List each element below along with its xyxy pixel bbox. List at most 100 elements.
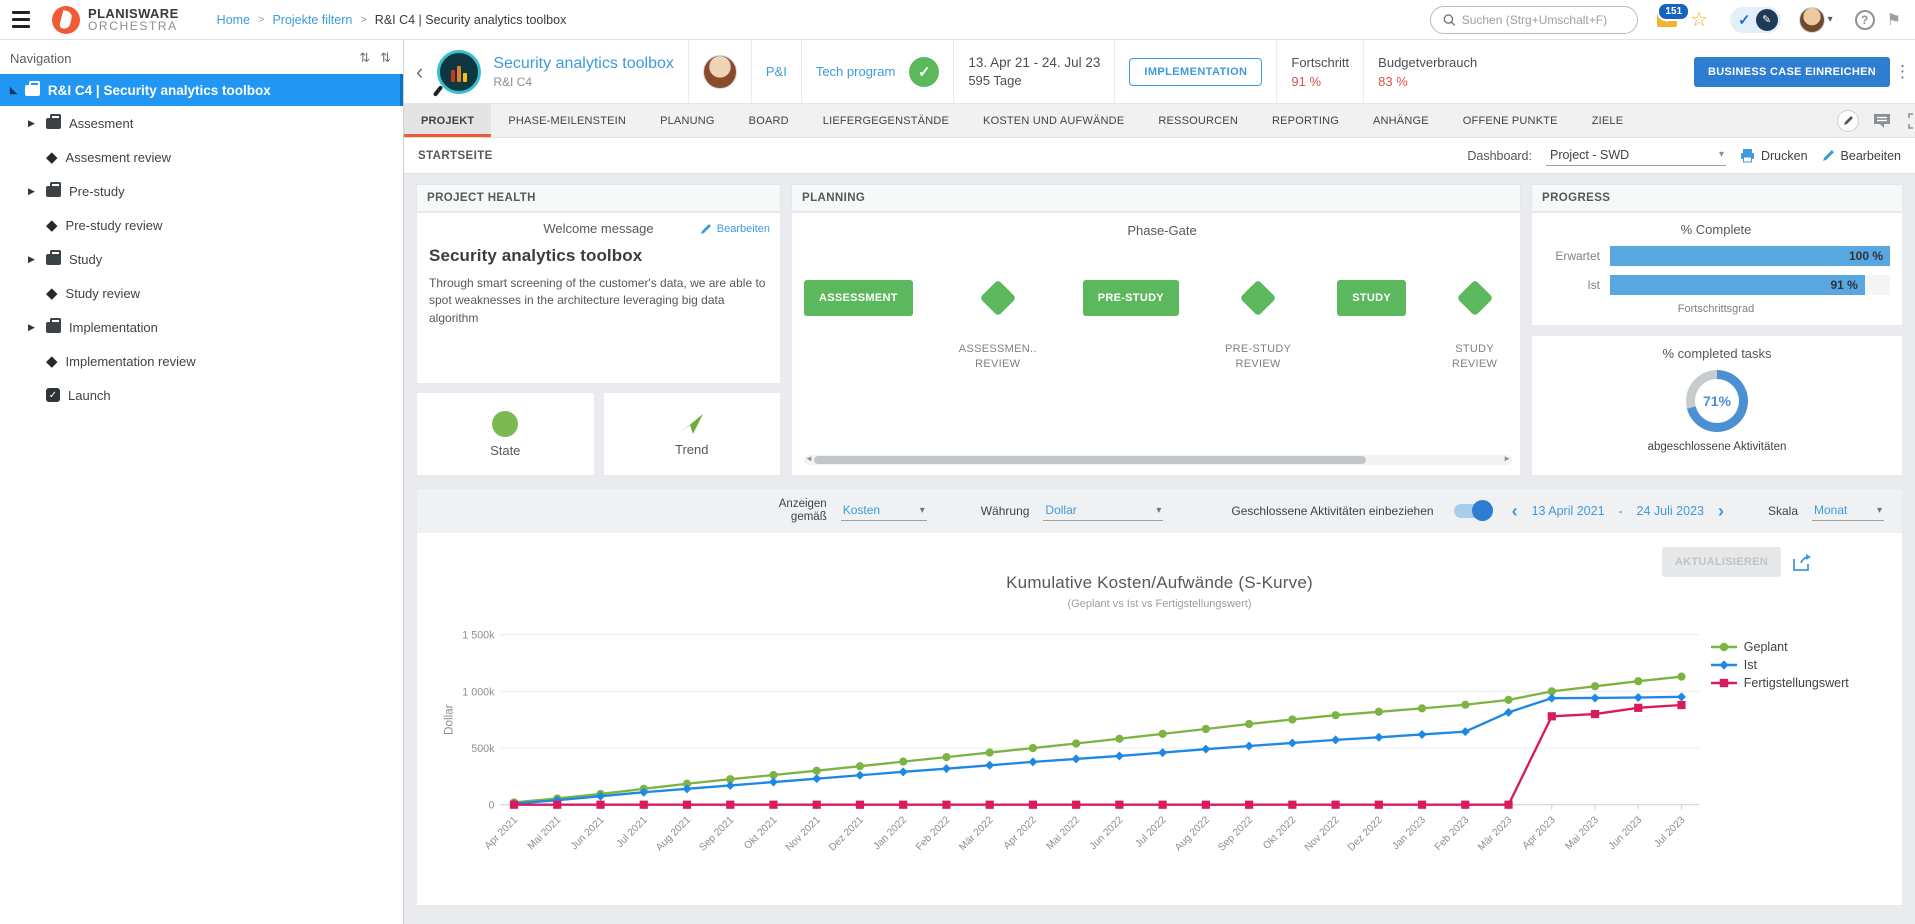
sidebar-item-assesment[interactable]: ▶Assesment — [0, 106, 403, 140]
tab-liefergegenst-nde[interactable]: LIEFERGEGENSTÄNDE — [806, 104, 966, 137]
print-label: Drucken — [1761, 149, 1808, 163]
sidebar-item-study-review[interactable]: ◆Study review — [0, 276, 403, 310]
sidebar-item-launch[interactable]: ✓Launch — [0, 378, 403, 412]
svg-text:1 000k: 1 000k — [462, 686, 495, 698]
legend-item-fertigstellungswert[interactable]: Fertigstellungswert — [1711, 676, 1888, 690]
edit-dashboard-button[interactable]: Bearbeiten — [1822, 149, 1901, 163]
expand-all-icon[interactable]: ⇅ — [359, 50, 370, 66]
bars-caption: Fortschrittsgrad — [1542, 303, 1890, 315]
closed-activities-label: Geschlossene Aktivitäten einbeziehen — [1231, 504, 1433, 518]
scroll-left-arrow-icon[interactable]: ◄ — [805, 454, 813, 463]
sidebar-item-implementation[interactable]: ▶Implementation — [0, 310, 403, 344]
export-icon[interactable] — [1793, 554, 1812, 571]
erwartet-bar-track: 100 % — [1610, 246, 1890, 266]
planisware-logo: PLANISWARE ORCHESTRA — [52, 6, 179, 34]
svg-text:Sep 2021: Sep 2021 — [697, 814, 736, 853]
date-next-chevron-icon[interactable]: › — [1718, 502, 1724, 520]
completed-tasks-donut: 71% — [1686, 370, 1748, 432]
gate-milestone-study[interactable]: STUDYREVIEW — [1452, 280, 1497, 372]
anzeigen-label-line1: Anzeigen — [779, 498, 827, 511]
anzeigen-select[interactable]: Kosten ▾ — [841, 501, 927, 521]
mode-toggle[interactable]: ✓ ✎ — [1730, 7, 1781, 33]
expanded-triangle-icon[interactable]: ◣ — [10, 85, 17, 96]
sidebar-item-pre-study[interactable]: ▶Pre-study — [0, 174, 403, 208]
phase-box-pre-study[interactable]: PRE-STUDY — [1083, 280, 1179, 316]
tab-phase-meilenstein[interactable]: PHASE-MEILENSTEIN — [491, 104, 643, 137]
breadcrumb-item[interactable]: Home — [217, 13, 250, 27]
legend-marker-icon — [1711, 677, 1737, 689]
legend-item-ist[interactable]: Ist — [1711, 658, 1888, 672]
dashboard-select[interactable]: Project - SWD ▾ — [1546, 146, 1726, 166]
sidebar-item-study[interactable]: ▶Study — [0, 242, 403, 276]
sidebar-root-label: R&I C4 | Security analytics toolbox — [48, 83, 271, 98]
back-chevron-icon[interactable]: ‹ — [404, 59, 433, 85]
flag-icon[interactable]: ⚑ — [1887, 10, 1901, 30]
scroll-right-arrow-icon[interactable]: ► — [1503, 454, 1511, 463]
tab-ressourcen[interactable]: RESSOURCEN — [1141, 104, 1255, 137]
tab-ziele[interactable]: ZIELE — [1575, 104, 1641, 137]
edit-tabs-icon[interactable] — [1837, 110, 1859, 132]
tab-projekt[interactable]: PROJEKT — [404, 104, 491, 137]
edit-welcome-button[interactable]: Bearbeiten — [700, 223, 770, 235]
program-link[interactable]: Tech program — [816, 64, 895, 79]
help-button[interactable]: ? — [1855, 10, 1875, 30]
trend-arrow-icon — [679, 412, 705, 436]
business-case-button[interactable]: BUSINESS CASE EINREICHEN — [1694, 57, 1890, 87]
org-link[interactable]: P&I — [766, 64, 787, 79]
collapse-all-icon[interactable]: ⇅ — [380, 50, 391, 66]
tab-board[interactable]: BOARD — [732, 104, 806, 137]
date-prev-chevron-icon[interactable]: ‹ — [1512, 502, 1518, 520]
date-from[interactable]: 13 April 2021 — [1532, 504, 1605, 518]
svg-text:Aug 2022: Aug 2022 — [1173, 814, 1212, 853]
tab-anh-nge[interactable]: ANHÄNGE — [1356, 104, 1446, 137]
hamburger-menu-icon[interactable] — [10, 9, 32, 30]
mail-notifications-button[interactable]: 151 — [1656, 11, 1678, 28]
legend-item-geplant[interactable]: Geplant — [1711, 640, 1888, 654]
user-menu[interactable]: ▾ — [1799, 7, 1833, 33]
trend-card[interactable]: Trend — [603, 392, 782, 476]
status-check-icon: ✓ — [909, 57, 939, 87]
favorites-star-icon[interactable]: ☆ — [1690, 7, 1708, 32]
svg-text:Nov 2021: Nov 2021 — [784, 814, 823, 853]
date-to[interactable]: 24 Juli 2023 — [1637, 504, 1704, 518]
phase-gate-scrollbar[interactable]: ◄ ► — [804, 455, 1512, 465]
search-icon — [1443, 13, 1456, 27]
scrollbar-thumb[interactable] — [814, 456, 1366, 464]
gate-milestone-pre-study[interactable]: PRE-STUDYREVIEW — [1225, 280, 1291, 372]
expand-triangle-icon[interactable]: ▶ — [28, 322, 38, 333]
sidebar-item-pre-study-review[interactable]: ◆Pre-study review — [0, 208, 403, 242]
project-manager-avatar[interactable] — [703, 55, 737, 89]
fullscreen-icon[interactable] — [1905, 110, 1915, 132]
global-search[interactable] — [1430, 6, 1638, 34]
closed-activities-toggle[interactable] — [1454, 504, 1490, 518]
print-button[interactable]: Drucken — [1740, 149, 1808, 163]
search-input[interactable] — [1462, 13, 1625, 27]
expand-triangle-icon[interactable]: ▶ — [28, 186, 38, 197]
breadcrumb-item[interactable]: Projekte filtern — [272, 13, 352, 27]
sidebar-item-implementation-review[interactable]: ◆Implementation review — [0, 344, 403, 378]
refresh-button[interactable]: AKTUALISIEREN — [1662, 547, 1781, 577]
phase-gate-title: Phase-Gate — [804, 223, 1520, 238]
gate-milestone-assessmen-[interactable]: ASSESSMEN..REVIEW — [959, 280, 1037, 372]
currency-select[interactable]: Dollar ▾ — [1043, 501, 1163, 521]
expand-triangle-icon[interactable]: ▶ — [28, 254, 38, 265]
sidebar-item-root-project[interactable]: ◣ R&I C4 | Security analytics toolbox — [0, 74, 403, 106]
svg-text:0: 0 — [489, 800, 495, 812]
breadcrumb-separator: > — [258, 14, 264, 26]
printer-icon — [1740, 149, 1755, 163]
phase-box-assessment[interactable]: ASSESSMENT — [804, 280, 913, 316]
tab-offene-punkte[interactable]: OFFENE PUNKTE — [1446, 104, 1575, 137]
stage-badge[interactable]: IMPLEMENTATION — [1129, 58, 1262, 86]
briefcase-icon — [25, 85, 40, 96]
expand-triangle-icon[interactable]: ▶ — [28, 118, 38, 129]
phase-box-study[interactable]: STUDY — [1337, 280, 1406, 316]
project-title-link[interactable]: Security analytics toolbox — [493, 55, 674, 73]
skala-select[interactable]: Monat ▾ — [1812, 501, 1884, 521]
comments-icon[interactable] — [1871, 110, 1893, 132]
sidebar-item-assesment-review[interactable]: ◆Assesment review — [0, 140, 403, 174]
tab-reporting[interactable]: REPORTING — [1255, 104, 1356, 137]
kebab-menu-icon[interactable]: ⋮ — [1890, 62, 1915, 82]
state-card[interactable]: State — [416, 392, 595, 476]
tab-kosten-und-aufw-nde[interactable]: KOSTEN UND AUFWÄNDE — [966, 104, 1141, 137]
tab-planung[interactable]: PLANUNG — [643, 104, 732, 137]
